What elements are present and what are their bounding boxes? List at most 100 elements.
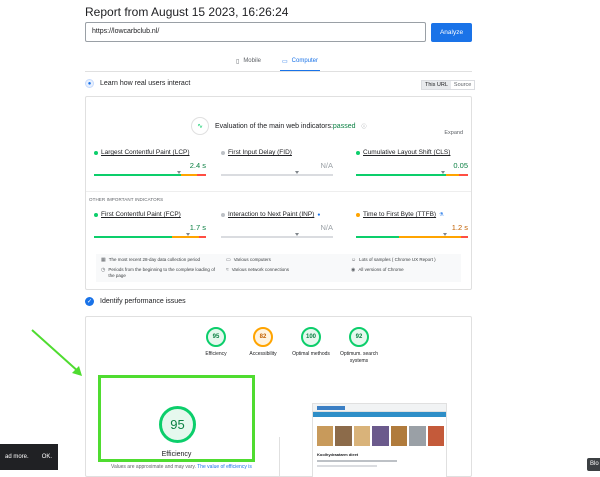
metric-label[interactable]: Interaction to Next Paint (INP) ● <box>221 211 333 218</box>
info-network: ≈ Various network connections <box>226 267 289 273</box>
metric-value: 2.4 s <box>189 161 206 170</box>
cookie-banner-text: ad more. <box>5 454 29 460</box>
chrome-icon: ◉ <box>351 267 356 273</box>
cookie-ok-button[interactable]: OK. <box>42 454 52 460</box>
tab-computer[interactable]: ▭ Computer <box>279 53 321 72</box>
gauge-seo[interactable]: 92 Optimum. search systems <box>337 327 381 364</box>
status-dot-icon <box>94 150 98 155</box>
distribution-segment <box>197 174 206 176</box>
gauge-accessibility[interactable]: 82 Accessibility <box>241 327 285 358</box>
gauge-efficiency[interactable]: 95 Efficiency <box>194 327 238 358</box>
metric-ttfb: Time to First Byte (TTFB) ⚗ 1.2 s <box>356 211 468 238</box>
distribution-segment <box>445 174 460 176</box>
rum-section-heading: ● Learn how real users interact <box>85 79 190 88</box>
percentile-marker-icon <box>294 171 299 174</box>
distribution-segment <box>221 236 333 238</box>
cwv-title: ∿ Evaluation of the main web indicators:… <box>191 117 367 135</box>
metric-label[interactable]: Time to First Byte (TTFB) ⚗ <box>356 211 468 218</box>
metric-label-text[interactable]: Cumulative Layout Shift (CLS) <box>363 149 450 156</box>
gauge-label: Efficiency <box>205 351 227 357</box>
big-score-label: Efficiency <box>161 451 192 458</box>
metric-label[interactable]: First Input Delay (FID) <box>221 149 333 156</box>
desktop-icon: ▭ <box>282 58 288 65</box>
devices-icon: ▭ <box>226 257 231 263</box>
score-note: Values are approximate and may vary. The… <box>111 464 252 470</box>
rum-heading-text: Learn how real users interact <box>100 80 191 87</box>
perf-section-heading: ✓ Identify performance issues <box>85 297 186 306</box>
distribution-bar <box>94 233 206 238</box>
metric-label-text[interactable]: Time to First Byte (TTFB) <box>363 211 436 218</box>
wifi-icon: ≈ <box>226 267 229 273</box>
rum-card: ∿ Evaluation of the main web indicators:… <box>85 96 472 290</box>
other-indicators-heading: OTHER IMPORTANT INDICATORS <box>89 197 164 202</box>
cwv-status: passed <box>332 122 356 130</box>
metric-label-text[interactable]: First Input Delay (FID) <box>228 149 292 156</box>
metric-inp: Interaction to Next Paint (INP) ● N/A <box>221 211 333 238</box>
metric-cls: Cumulative Layout Shift (CLS) 0.05 <box>356 149 468 176</box>
metric-fid: First Input Delay (FID) N/A <box>221 149 333 176</box>
cwv-title-text: Evaluation of the main web indicators: <box>215 122 333 130</box>
metric-value: N/A <box>320 161 333 170</box>
analyze-button[interactable]: Analyze <box>431 23 472 42</box>
annotation-arrow-icon <box>31 329 82 376</box>
info-chrome: ◉ All versions of Chrome <box>351 267 404 273</box>
url-input[interactable]: https://lowcarbclub.nl/ <box>85 22 426 42</box>
distribution-segment <box>94 236 173 238</box>
mobile-icon: ▯ <box>236 58 240 65</box>
expand-link[interactable]: Expand <box>444 130 463 136</box>
thumbnail-heading: Koolhydraatarm dieet <box>317 452 359 457</box>
status-dot-icon <box>221 150 225 155</box>
metric-label[interactable]: First Contentful Paint (FCP) <box>94 211 206 218</box>
gauge-label: Optimum. search systems <box>339 351 379 364</box>
toggle-source[interactable]: Source <box>451 81 474 89</box>
calendar-icon: ▦ <box>101 257 106 263</box>
status-dot-icon <box>356 212 360 217</box>
metric-label[interactable]: Largest Contentful Paint (LCP) <box>94 149 206 156</box>
info-icon[interactable]: ● <box>317 212 320 218</box>
distribution-segment <box>461 236 468 238</box>
metric-label-text[interactable]: Largest Contentful Paint (LCP) <box>101 149 190 156</box>
info-period: ▦ The most recent 28-day data collection … <box>101 257 201 263</box>
gauge-best-practices[interactable]: 100 Optimal methods <box>289 327 333 358</box>
distribution-segment <box>356 174 446 176</box>
side-chip[interactable]: Blo <box>587 458 600 471</box>
score-note-link[interactable]: The value of efficiency is <box>197 464 252 470</box>
category-gauges: 95 Efficiency 82 Accessibility 100 Optim… <box>194 327 378 367</box>
source-toggle: This URL Source <box>421 80 476 90</box>
distribution-segment <box>221 174 333 176</box>
status-dot-icon <box>221 212 225 217</box>
product-images <box>317 426 444 446</box>
gauge-score: 100 <box>301 327 321 347</box>
toggle-this-url[interactable]: This URL <box>422 81 451 89</box>
distribution-segment <box>398 236 462 238</box>
tab-mobile[interactable]: ▯ Mobile <box>236 53 261 69</box>
metric-value: 0.05 <box>453 161 468 170</box>
score-note-text: Values are approximate and may vary. <box>111 464 196 470</box>
users-icon: ● <box>85 79 94 88</box>
metric-value: 1.2 s <box>451 223 468 232</box>
cookie-banner: ad more. OK. <box>0 444 58 470</box>
lighthouse-icon: ✓ <box>85 297 94 306</box>
divider <box>279 437 280 477</box>
divider <box>86 191 471 192</box>
status-dot-icon <box>356 150 360 155</box>
metric-label-text[interactable]: Interaction to Next Paint (INP) <box>228 211 314 218</box>
pulse-icon: ∿ <box>191 117 209 135</box>
metric-lcp: Largest Contentful Paint (LCP) 2.4 s <box>94 149 206 176</box>
experimental-icon: ⚗ <box>439 211 444 218</box>
distribution-bar <box>94 171 206 176</box>
metric-label[interactable]: Cumulative Layout Shift (CLS) <box>356 149 468 156</box>
big-score-gauge: 95 <box>159 406 196 443</box>
distribution-bar <box>221 233 333 238</box>
people-icon: ☺ <box>351 257 357 263</box>
distribution-segment <box>94 174 182 176</box>
metric-fcp: First Contentful Paint (FCP) 1.7 s <box>94 211 206 238</box>
metric-label-text[interactable]: First Contentful Paint (FCP) <box>101 211 181 218</box>
info-icon[interactable]: ⓘ <box>361 123 366 130</box>
gauge-score: 95 <box>206 327 226 347</box>
perf-heading-text: Identify performance issues <box>100 298 186 305</box>
distribution-segment <box>356 236 399 238</box>
report-title: Report from August 15 2023, 16:26:24 <box>85 5 289 19</box>
distribution-bar <box>356 233 468 238</box>
data-info-panel: ▦ The most recent 28-day data collection … <box>96 254 461 282</box>
